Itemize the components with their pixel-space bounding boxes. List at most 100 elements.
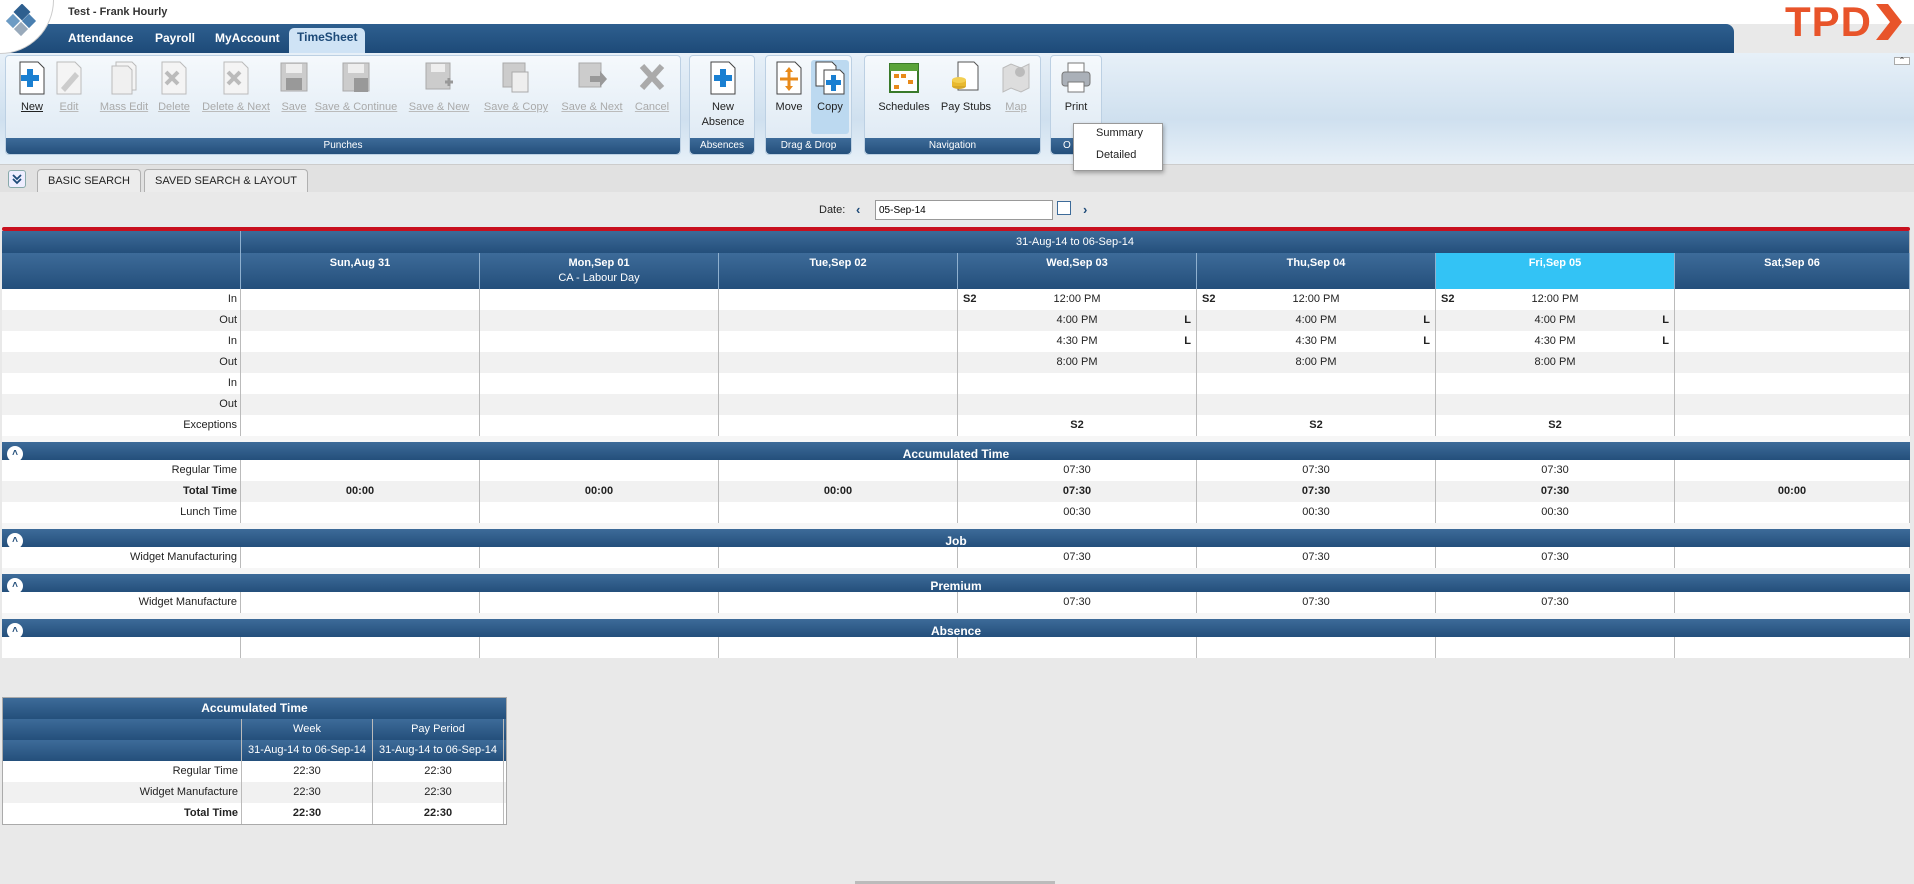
- grid-cell[interactable]: [241, 394, 480, 415]
- grid-cell[interactable]: [241, 373, 480, 394]
- grid-cell[interactable]: 8:00 PM: [958, 352, 1197, 373]
- grid-cell[interactable]: [719, 352, 958, 373]
- grid-cell[interactable]: [241, 415, 480, 436]
- grid-cell[interactable]: [241, 592, 480, 613]
- schedules-button[interactable]: Schedules: [875, 60, 933, 115]
- grid-cell[interactable]: [1675, 289, 1910, 310]
- grid-cell[interactable]: [480, 415, 719, 436]
- grid-cell[interactable]: [480, 331, 719, 352]
- move-button[interactable]: Move: [769, 60, 809, 115]
- grid-cell[interactable]: [1675, 394, 1910, 415]
- grid-cell[interactable]: [1197, 394, 1436, 415]
- grid-cell[interactable]: [241, 547, 480, 568]
- grid-cell[interactable]: [719, 331, 958, 352]
- grid-cell[interactable]: [480, 310, 719, 331]
- pay-stubs-button[interactable]: Pay Stubs: [937, 60, 995, 115]
- grid-cell[interactable]: [480, 460, 719, 481]
- grid-cell[interactable]: [1675, 415, 1910, 436]
- next-week-icon[interactable]: ›: [1083, 202, 1087, 217]
- day-header[interactable]: Mon,Sep 01 CA - Labour Day: [480, 253, 719, 289]
- grid-cell[interactable]: [719, 592, 958, 613]
- collapse-ribbon-button[interactable]: ⌃: [1894, 57, 1910, 65]
- grid-cell[interactable]: 00:30: [1197, 502, 1436, 523]
- grid-cell[interactable]: 4:30 PM L: [1197, 331, 1436, 352]
- grid-cell[interactable]: [1675, 592, 1910, 613]
- grid-cell[interactable]: [1197, 373, 1436, 394]
- grid-cell[interactable]: [241, 289, 480, 310]
- day-header[interactable]: Thu,Sep 04: [1197, 253, 1436, 289]
- grid-cell[interactable]: 4:30 PM L: [1436, 331, 1675, 352]
- grid-cell[interactable]: 07:30: [958, 592, 1197, 613]
- mass-edit-button[interactable]: Mass Edit: [93, 60, 155, 115]
- grid-cell[interactable]: [1675, 331, 1910, 352]
- day-header[interactable]: Sun,Aug 31: [241, 253, 480, 289]
- grid-cell[interactable]: [719, 310, 958, 331]
- print-summary-item[interactable]: Summary: [1074, 124, 1162, 146]
- grid-cell[interactable]: [1436, 637, 1675, 658]
- grid-cell[interactable]: [241, 637, 480, 658]
- grid-cell[interactable]: [480, 502, 719, 523]
- grid-cell[interactable]: 07:30: [1197, 547, 1436, 568]
- grid-cell[interactable]: [241, 331, 480, 352]
- delete-button[interactable]: Delete: [148, 60, 200, 115]
- grid-cell[interactable]: [480, 592, 719, 613]
- grid-cell[interactable]: [1675, 310, 1910, 331]
- grid-cell[interactable]: 07:30: [1197, 460, 1436, 481]
- grid-cell[interactable]: [719, 415, 958, 436]
- edit-button[interactable]: Edit: [43, 60, 95, 115]
- grid-cell[interactable]: 07:30: [958, 460, 1197, 481]
- day-header[interactable]: Sat,Sep 06: [1675, 253, 1910, 289]
- grid-cell[interactable]: 07:30: [1197, 592, 1436, 613]
- grid-cell[interactable]: 07:30: [1436, 481, 1675, 502]
- grid-cell[interactable]: 00:00: [241, 481, 480, 502]
- grid-cell[interactable]: [958, 394, 1197, 415]
- grid-cell[interactable]: [1436, 394, 1675, 415]
- grid-cell[interactable]: [241, 310, 480, 331]
- day-header[interactable]: Fri,Sep 05: [1436, 253, 1675, 289]
- map-button[interactable]: Map: [995, 60, 1037, 115]
- print-button[interactable]: Print: [1053, 60, 1099, 115]
- grid-cell[interactable]: [719, 394, 958, 415]
- grid-cell[interactable]: [719, 289, 958, 310]
- grid-cell[interactable]: 4:00 PM L: [1197, 310, 1436, 331]
- grid-cell[interactable]: 00:00: [480, 481, 719, 502]
- grid-cell[interactable]: S2 12:00 PM: [958, 289, 1197, 310]
- calendar-picker-icon[interactable]: [1057, 201, 1071, 215]
- nav-tab-payroll[interactable]: Payroll: [147, 29, 203, 49]
- grid-cell[interactable]: S2: [958, 415, 1197, 436]
- grid-cell[interactable]: 4:00 PM L: [958, 310, 1197, 331]
- grid-cell[interactable]: 07:30: [1436, 460, 1675, 481]
- grid-cell[interactable]: [480, 394, 719, 415]
- grid-cell[interactable]: [480, 373, 719, 394]
- grid-cell[interactable]: S2 12:00 PM: [1436, 289, 1675, 310]
- grid-cell[interactable]: [719, 637, 958, 658]
- cancel-button[interactable]: Cancel: [626, 60, 678, 115]
- nav-tab-attendance[interactable]: Attendance: [60, 29, 141, 49]
- grid-cell[interactable]: [719, 502, 958, 523]
- grid-cell[interactable]: [719, 547, 958, 568]
- grid-cell[interactable]: 07:30: [1197, 481, 1436, 502]
- save-copy-button[interactable]: Save & Copy: [481, 60, 551, 115]
- grid-cell[interactable]: [719, 373, 958, 394]
- tab-saved-search-layout[interactable]: SAVED SEARCH & LAYOUT: [144, 169, 309, 192]
- grid-cell[interactable]: [241, 502, 480, 523]
- grid-cell[interactable]: 07:30: [958, 547, 1197, 568]
- day-header[interactable]: Wed,Sep 03: [958, 253, 1197, 289]
- previous-week-icon[interactable]: ‹: [856, 202, 860, 217]
- grid-cell[interactable]: [1675, 547, 1910, 568]
- copy-button[interactable]: Copy: [811, 60, 849, 134]
- nav-tab-myaccount[interactable]: MyAccount: [207, 29, 288, 49]
- grid-cell[interactable]: S2: [1197, 415, 1436, 436]
- grid-cell[interactable]: [1675, 502, 1910, 523]
- grid-cell[interactable]: 8:00 PM: [1197, 352, 1436, 373]
- grid-cell[interactable]: 00:30: [958, 502, 1197, 523]
- grid-cell[interactable]: [1675, 460, 1910, 481]
- grid-cell[interactable]: 4:00 PM L: [1436, 310, 1675, 331]
- grid-cell[interactable]: [480, 637, 719, 658]
- grid-cell[interactable]: 8:00 PM: [1436, 352, 1675, 373]
- grid-cell[interactable]: S2: [1436, 415, 1675, 436]
- grid-cell[interactable]: [480, 352, 719, 373]
- grid-cell[interactable]: [480, 547, 719, 568]
- grid-cell[interactable]: [241, 460, 480, 481]
- print-detailed-item[interactable]: Detailed: [1074, 146, 1162, 168]
